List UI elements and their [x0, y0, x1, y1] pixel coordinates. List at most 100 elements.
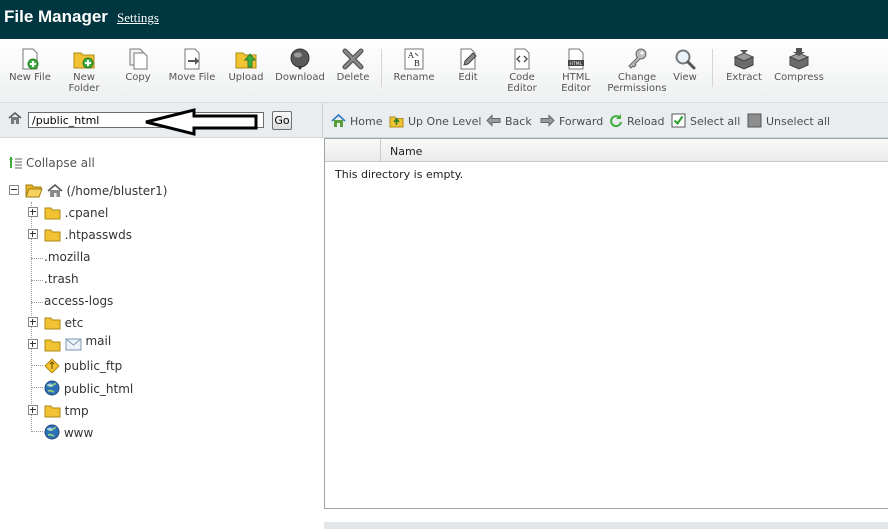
- svg-text:HTML: HTML: [570, 61, 583, 67]
- move-file-label: Move File: [168, 72, 216, 83]
- tree-item-www[interactable]: www: [44, 424, 93, 440]
- settings-link[interactable]: Settings: [117, 10, 159, 26]
- key-icon: [628, 48, 647, 69]
- horizontal-scrollbar[interactable]: [324, 522, 888, 529]
- up-one-level-label: Up One Level: [408, 115, 482, 128]
- edit-icon: [460, 48, 477, 70]
- globe-icon: [44, 424, 60, 440]
- svg-text:B: B: [414, 59, 420, 68]
- download-icon: [290, 48, 310, 70]
- view-button[interactable]: View: [670, 47, 700, 83]
- tree-connector: [31, 365, 43, 366]
- go-button[interactable]: Go: [272, 111, 292, 130]
- tree-item-htpasswds[interactable]: .htpasswds: [28, 228, 132, 242]
- edit-button[interactable]: Edit: [452, 47, 484, 83]
- up-one-level-button[interactable]: Up One Level: [389, 113, 481, 129]
- delete-label: Delete: [336, 72, 370, 83]
- home-button[interactable]: Home: [331, 113, 382, 129]
- compress-button[interactable]: Compress: [773, 47, 825, 83]
- tree-item-public-html[interactable]: public_html: [44, 380, 133, 396]
- code-editor-button[interactable]: Code Editor: [503, 47, 541, 94]
- tree-connector: [31, 387, 43, 388]
- tree-connector: [31, 258, 43, 259]
- app-header: File Manager Settings: [0, 0, 888, 39]
- code-editor-label: Code Editor: [507, 72, 537, 94]
- rename-button[interactable]: A B Rename: [392, 47, 436, 83]
- tree-root[interactable]: (/home/bluster1): [9, 183, 167, 198]
- upload-icon: [235, 52, 257, 69]
- back-button[interactable]: Back: [486, 113, 532, 129]
- new-file-icon: [22, 48, 39, 70]
- tree-connector: [31, 280, 43, 281]
- select-all-label: Select all: [690, 115, 741, 128]
- tree-item-mail[interactable]: mail: [28, 334, 111, 352]
- pane-divider: [322, 103, 323, 137]
- delete-button[interactable]: Delete: [335, 47, 371, 83]
- reload-button[interactable]: Reload: [608, 113, 664, 129]
- unselect-all-label: Unselect all: [766, 115, 831, 128]
- change-permissions-button[interactable]: Change Permissions: [604, 47, 670, 94]
- back-label: Back: [505, 115, 532, 128]
- checkbox-unchecked-icon: [747, 113, 762, 128]
- toolbar-divider: [381, 49, 382, 87]
- tree-item-label: .mozilla: [44, 250, 91, 264]
- html-editor-label: HTML Editor: [561, 72, 591, 94]
- tree-item-tmp[interactable]: tmp: [28, 404, 89, 418]
- forward-label: Forward: [559, 115, 604, 128]
- tree-connector: [31, 302, 43, 303]
- extract-icon: [733, 50, 755, 70]
- tree-item-cpanel[interactable]: .cpanel: [28, 206, 108, 220]
- tree-item-label: .cpanel: [64, 206, 109, 220]
- upload-button[interactable]: Upload: [227, 47, 265, 83]
- forward-button[interactable]: Forward: [540, 113, 603, 129]
- tree-item-access-logs[interactable]: access-logs: [44, 294, 113, 308]
- copy-button[interactable]: Copy: [121, 47, 155, 83]
- download-label: Download: [275, 72, 325, 83]
- new-file-button[interactable]: New File: [8, 47, 52, 83]
- column-separator[interactable]: [380, 139, 381, 161]
- new-file-label: New File: [9, 72, 51, 83]
- tree-item-trash[interactable]: .trash: [44, 272, 79, 286]
- folder-icon: [44, 339, 61, 352]
- new-folder-label: New Folder: [68, 72, 100, 94]
- folder-tree: Collapse all (/home/bluster1) .cpanel .h…: [0, 138, 323, 529]
- new-folder-button[interactable]: New Folder: [64, 47, 104, 94]
- move-file-button[interactable]: Move File: [167, 47, 217, 83]
- tree-item-etc[interactable]: etc: [28, 316, 83, 330]
- toolbar: New File New Folder Copy Move File Uploa…: [0, 39, 888, 103]
- download-button[interactable]: Download: [275, 47, 325, 83]
- unselect-all-button[interactable]: Unselect all: [747, 113, 830, 129]
- collapse-toggle[interactable]: [9, 185, 19, 195]
- expand-toggle[interactable]: [28, 207, 38, 217]
- collapse-all-button[interactable]: Collapse all: [9, 156, 95, 170]
- collapse-icon: [9, 157, 22, 169]
- tree-item-label: public_html: [63, 382, 134, 396]
- delete-icon: [342, 48, 364, 70]
- compress-icon: [788, 48, 810, 70]
- tree-item-label: .trash: [44, 272, 79, 286]
- upload-label: Upload: [228, 72, 264, 83]
- tree-item-public-ftp[interactable]: public_ftp: [44, 358, 122, 374]
- arrow-left-icon: [486, 114, 501, 127]
- rename-label: Rename: [393, 72, 435, 83]
- tree-item-label: www: [63, 426, 94, 440]
- column-header-name[interactable]: Name: [390, 145, 422, 158]
- arrow-right-icon: [540, 114, 555, 127]
- new-folder-icon: [73, 52, 95, 69]
- home-label: Home: [350, 115, 383, 128]
- select-all-button[interactable]: Select all: [671, 113, 740, 129]
- magnifier-icon: [675, 49, 696, 70]
- expand-toggle[interactable]: [28, 229, 38, 239]
- up-folder-icon: [389, 116, 404, 128]
- expand-toggle[interactable]: [28, 405, 38, 415]
- reload-label: Reload: [627, 115, 665, 128]
- html-editor-button[interactable]: HTML HTML Editor: [557, 47, 595, 94]
- expand-toggle[interactable]: [28, 317, 38, 327]
- html-editor-icon: HTML: [568, 48, 584, 70]
- tree-item-mozilla[interactable]: .mozilla: [44, 250, 91, 264]
- toolbar-divider: [712, 49, 713, 87]
- expand-toggle[interactable]: [28, 339, 38, 349]
- extract-button[interactable]: Extract: [724, 47, 764, 83]
- rename-icon: A B: [404, 48, 424, 70]
- home-icon: [8, 112, 22, 124]
